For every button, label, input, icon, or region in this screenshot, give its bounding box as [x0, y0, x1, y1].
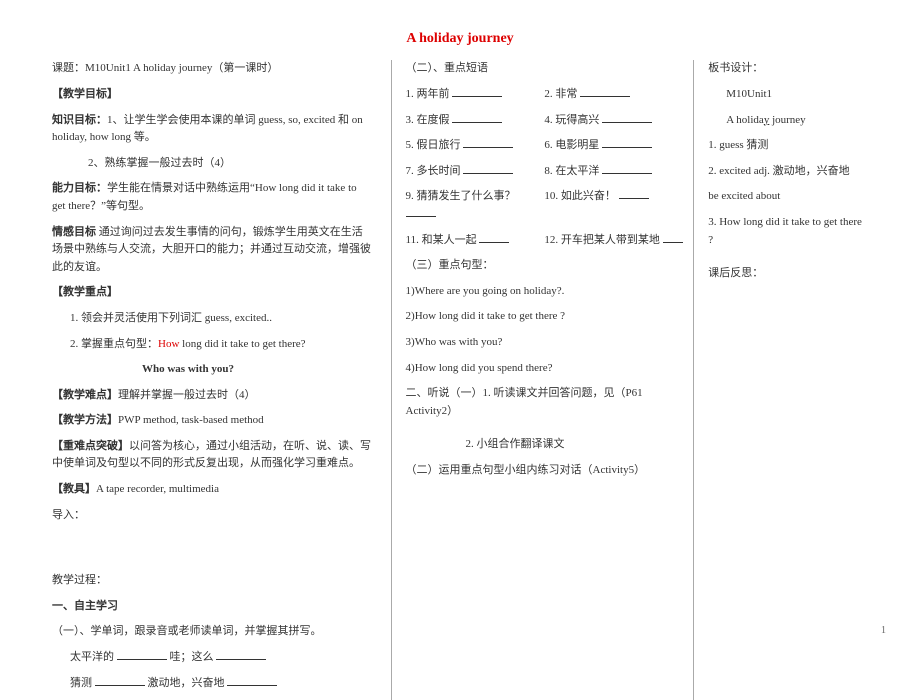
- blank: [602, 163, 652, 174]
- blank: [95, 675, 145, 686]
- blank: [602, 112, 652, 123]
- board-title-pre: A holida: [726, 114, 764, 126]
- goal-heading: 【教学目标】: [52, 86, 373, 104]
- tool-row: 【教具】A tape recorder, multimedia: [52, 481, 373, 499]
- phrase-row: 7. 多长时间 8. 在太平洋: [406, 163, 684, 181]
- board-2: 2. excited adj. 激动地，兴奋地: [708, 163, 868, 181]
- blank: [463, 137, 513, 148]
- goal-knowledge: 知识目标：1、让学生学会使用本课的单词 guess, so, excited 和…: [52, 112, 373, 147]
- method-text: PWP method, task-based method: [118, 414, 264, 426]
- board-4: 3. How long did it take to get there ?: [708, 214, 868, 249]
- goal-ability: 能力目标：学生能在情景对话中熟练运用“How long did it take …: [52, 180, 373, 215]
- blank: [452, 86, 502, 97]
- vocab-guess: 猜测: [70, 677, 92, 689]
- vocab-row-2: 猜测 激动地，兴奋地: [52, 675, 373, 693]
- board-title-post: journey: [769, 114, 805, 126]
- tool-heading: 【教具】: [52, 483, 96, 495]
- phrase-label: 12. 开车把某人带到某地: [544, 234, 660, 246]
- blank: [479, 232, 509, 243]
- method-heading: 【教学方法】: [52, 414, 118, 426]
- keypoint-1: 1. 领会并灵活使用下列词汇 guess, excited..: [52, 310, 373, 328]
- phrase-row: 9. 猜猜发生了什么事？ 10. 如此兴奋！: [406, 188, 684, 223]
- phrase-label: 5. 假日旅行: [406, 139, 461, 151]
- self-study-heading: 一、自主学习: [52, 598, 373, 616]
- difficulty-heading: 【教学难点】: [52, 389, 118, 401]
- listen-3: （二）运用重点句型小组内练习对话（Activity5）: [406, 462, 684, 480]
- sentence-2: 2)How long did it take to get there ?: [406, 308, 684, 326]
- listen-2: 2. 小组合作翻译课文: [406, 436, 684, 454]
- keypoint-2: 2. 掌握重点句型：How long did it take to get th…: [52, 336, 373, 354]
- keypoint-2-pre: 2. 掌握重点句型：: [70, 338, 158, 350]
- sec2-heading: （二）、重点短语: [406, 60, 684, 78]
- goal-knowledge-label: 知识目标：: [52, 114, 107, 126]
- goal-emotion: 情感目标 通过询问过去发生事情的问句，锻炼学生用英文在生活场景中熟练与人交流，大…: [52, 224, 373, 277]
- self-study-1: （一）、学单词，跟录音或老师读单词，并掌握其拼写。: [52, 623, 373, 641]
- phrase-label: 3. 在度假: [406, 114, 450, 126]
- keypoint-heading: 【教学重点】: [52, 284, 373, 302]
- listen-heading: 二、听说（一）1. 听读课文并回答问题，见（P61 Activity2）: [406, 385, 684, 420]
- goal-ability-label: 能力目标：: [52, 182, 107, 194]
- sec3-heading: （三）重点句型：: [406, 257, 684, 275]
- sentence-3: 3)Who was with you?: [406, 334, 684, 352]
- column-middle: （二）、重点短语 1. 两年前 2. 非常 3. 在度假 4. 玩得高兴 5. …: [392, 60, 695, 700]
- blank: [663, 232, 683, 243]
- difficulty-row: 【教学难点】理解并掌握一般过去时（4）: [52, 387, 373, 405]
- phrase-label: 4. 玩得高兴: [544, 114, 599, 126]
- phrase-label: 1. 两年前: [406, 88, 450, 100]
- phrase-label: 8. 在太平洋: [544, 165, 599, 177]
- phrase-label: 7. 多长时间: [406, 165, 461, 177]
- column-left: 课题：M10Unit1 A holiday journey（第一课时） 【教学目…: [40, 60, 392, 700]
- lesson-label: 课题：M10Unit1 A holiday journey（第一课时）: [52, 60, 373, 78]
- board-heading: 板书设计：: [708, 60, 868, 78]
- goal-emotion-label: 情感目标: [52, 226, 96, 238]
- vocab-row-1: 太平洋的 哇；这么: [52, 649, 373, 667]
- phrase-label: 9. 猜猜发生了什么事？: [406, 190, 516, 202]
- keypoint-2-red: How: [158, 338, 179, 350]
- blank: [406, 206, 436, 217]
- board-title: A holiday journey: [708, 112, 868, 130]
- vocab-pacific: 太平洋的: [70, 651, 114, 663]
- sentence-4: 4)How long did you spend there?: [406, 360, 684, 378]
- method-row: 【教学方法】PWP method, task-based method: [52, 412, 373, 430]
- tool-text: A tape recorder, multimedia: [96, 483, 219, 495]
- blank: [602, 137, 652, 148]
- phrase-row: 1. 两年前 2. 非常: [406, 86, 684, 104]
- phrase-label: 6. 电影明星: [544, 139, 599, 151]
- board-1: 1. guess 猜测: [708, 137, 868, 155]
- keypoint-2-post: long did it take to get there?: [179, 338, 305, 350]
- phrase-label: 2. 非常: [544, 88, 577, 100]
- page-title: A holiday journey: [0, 0, 920, 60]
- phrase-row: 3. 在度假 4. 玩得高兴: [406, 112, 684, 130]
- phrase-label: 11. 和某人一起: [406, 234, 477, 246]
- blank: [619, 188, 649, 199]
- board-unit: M10Unit1: [708, 86, 868, 104]
- goal-emotion-text: 通过询问过去发生事情的问句，锻炼学生用英文在生活场景中熟练与人交流，大胆开口的能…: [52, 226, 371, 273]
- break-row: 【重难点突破】以问答为核心，通过小组活动，在听、说、读、写中使单词及句型以不同的…: [52, 438, 373, 473]
- reflect-heading: 课后反思：: [708, 265, 868, 283]
- intro: 导入：: [52, 507, 373, 525]
- column-right: 板书设计： M10Unit1 A holiday journey 1. gues…: [694, 60, 880, 700]
- vocab-wow: 哇；这么: [170, 651, 214, 663]
- phrase-row: 11. 和某人一起 12. 开车把某人带到某地: [406, 232, 684, 250]
- difficulty-text: 理解并掌握一般过去时（4）: [118, 389, 256, 401]
- blank: [463, 163, 513, 174]
- process: 教学过程：: [52, 572, 373, 590]
- blank: [452, 112, 502, 123]
- blank: [580, 86, 630, 97]
- vocab-excited: 激动地，兴奋地: [148, 677, 225, 689]
- blank: [227, 675, 277, 686]
- phrase-label: 10. 如此兴奋！: [544, 190, 616, 202]
- page-number: 1: [881, 623, 886, 639]
- board-3: be excited about: [708, 188, 868, 206]
- keypoint-2b: Who was with you?: [52, 361, 373, 379]
- three-column-layout: 课题：M10Unit1 A holiday journey（第一课时） 【教学目…: [0, 60, 920, 700]
- sentence-1: 1)Where are you going on holiday?.: [406, 283, 684, 301]
- goal-knowledge-2: 2、熟练掌握一般过去时（4）: [52, 155, 373, 173]
- break-heading: 【重难点突破】: [52, 440, 129, 452]
- phrase-row: 5. 假日旅行 6. 电影明星: [406, 137, 684, 155]
